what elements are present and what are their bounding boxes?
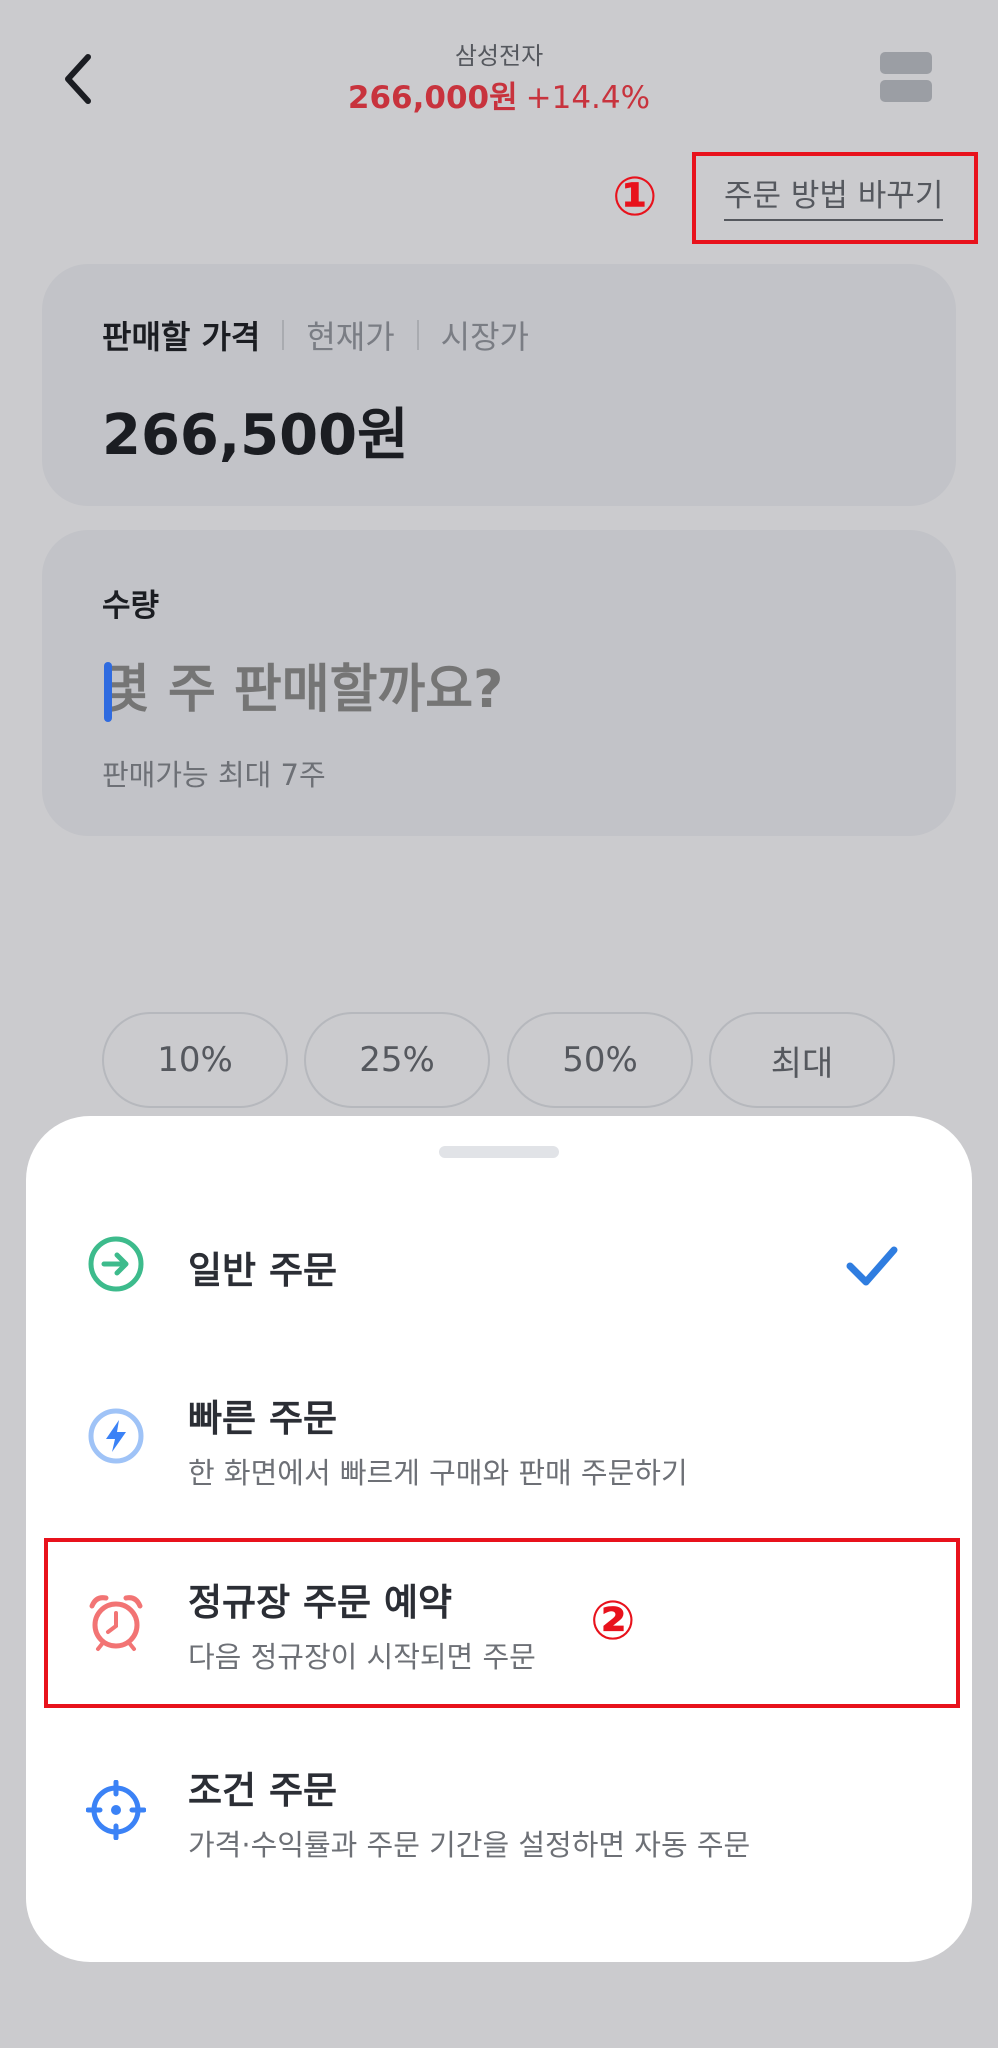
chip-50-percent[interactable]: 50% [507, 1012, 693, 1108]
lightning-icon [88, 1408, 144, 1464]
chip-10-percent[interactable]: 10% [102, 1012, 288, 1108]
order-option-subtitle: 한 화면에서 빠르게 구매와 판매 주문하기 [188, 1456, 688, 1490]
order-option-title: 빠른 주문 [188, 1397, 338, 1440]
current-price: 266,000원 [347, 80, 518, 116]
change-order-method-link[interactable]: 주문 방법 바꾸기 [724, 170, 944, 221]
order-option-quick[interactable] [26, 1360, 972, 1520]
price-type-tabs: 판매할 가격 현재가 시장가 [102, 312, 529, 358]
order-option-normal[interactable] [26, 1190, 972, 1340]
max-sellable-text: 판매가능 최대 7주 [102, 758, 326, 792]
quantity-label: 수량 [102, 588, 160, 624]
annotation-box-2 [44, 1538, 960, 1708]
stock-name: 삼성전자 [454, 42, 544, 70]
crosshair-icon [86, 1780, 146, 1840]
sheet-drag-handle[interactable] [439, 1146, 559, 1158]
price-change: +14.4% [525, 80, 651, 116]
tab-current-price[interactable]: 현재가 [306, 312, 394, 358]
check-icon [846, 1246, 898, 1286]
chip-max[interactable]: 최대 [709, 1012, 895, 1108]
tab-market-price[interactable]: 시장가 [441, 312, 529, 358]
text-cursor [104, 662, 112, 722]
menu-button[interactable] [880, 52, 932, 102]
quantity-input[interactable] [102, 660, 902, 720]
tab-sell-price[interactable]: 판매할 가격 [102, 312, 260, 358]
annotation-number-1: ① [612, 165, 658, 228]
sell-price-value[interactable]: 266,500원 [102, 390, 409, 471]
arrow-right-circle-icon [88, 1236, 144, 1292]
order-option-title: 일반 주문 [188, 1249, 338, 1292]
annotation-number-2: ② [590, 1589, 636, 1652]
chip-25-percent[interactable]: 25% [304, 1012, 490, 1108]
order-option-subtitle: 가격·수익률과 주문 기간을 설정하면 자동 주문 [188, 1828, 751, 1862]
menu-bar-bottom [880, 80, 932, 102]
stock-price: 266,000원 +14.4% [0, 72, 998, 117]
tab-divider [416, 320, 419, 350]
order-option-title: 조건 주문 [188, 1769, 338, 1812]
menu-bar-top [880, 52, 932, 74]
tab-divider [282, 320, 285, 350]
